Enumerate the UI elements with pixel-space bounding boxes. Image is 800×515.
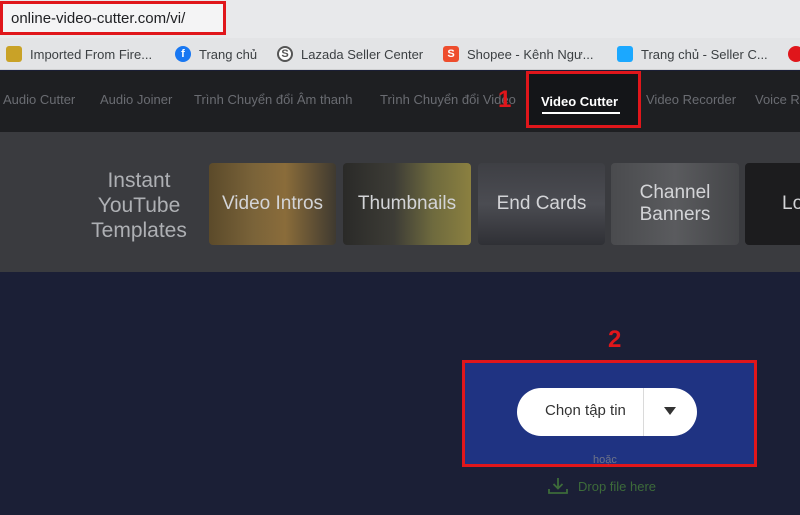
bookmark-imported[interactable]: Imported From Fire... [6, 38, 153, 69]
tile-label: Channel Banners [639, 182, 711, 225]
tile-label: Video Intros [221, 193, 324, 214]
nav-video-recorder[interactable]: Video Recorder [646, 92, 736, 107]
drop-file-label: Drop file here [578, 478, 657, 494]
bookmark-label: Shopee - Kênh Ngư... [467, 46, 594, 62]
tile-label: Lo [782, 193, 800, 214]
step-2-marker: 2 [608, 326, 622, 353]
template-tile-more[interactable]: Lo [745, 163, 800, 245]
folder-icon [6, 46, 22, 62]
tool-nav: Audio Cutter Audio Joiner Trình Chuyển đ… [0, 71, 800, 132]
nav-audio-cutter[interactable]: Audio Cutter [3, 92, 75, 107]
address-bar[interactable]: online-video-cutter.com/vi/ [0, 0, 800, 38]
nav-audio-joiner[interactable]: Audio Joiner [100, 92, 172, 107]
tile-label: End Cards [496, 193, 587, 214]
bookmark-lazada[interactable]: S Lazada Seller Center [277, 38, 424, 69]
lazada-icon: S [277, 46, 293, 62]
choose-file-label: Chọn tập tin [545, 402, 626, 419]
facebook-icon: f [175, 46, 191, 62]
bookmark-facebook[interactable]: f Trang chủ [175, 38, 258, 69]
nav-video-converter[interactable]: Trình Chuyển đổi Video [380, 92, 516, 107]
nav-audio-converter[interactable]: Trình Chuyển đổi Âm thanh [194, 92, 353, 107]
bookmark-shopee[interactable]: S Shopee - Kênh Ngư... [443, 38, 594, 69]
templates-heading: Instant YouTube Templates [91, 169, 187, 242]
tiki-icon [617, 46, 633, 62]
url-highlight-box[interactable]: online-video-cutter.com/vi/ [0, 1, 226, 35]
active-underline [542, 112, 620, 114]
templates-banner: Instant YouTube Templates Video Intros T… [0, 132, 800, 272]
bookmark-label: Lazada Seller Center [301, 46, 424, 62]
nav-video-cutter-label: Video Cutter [541, 94, 619, 109]
url-text[interactable]: online-video-cutter.com/vi/ [11, 10, 185, 27]
template-tile-thumbnails[interactable]: Thumbnails [343, 163, 471, 245]
bookmark-tiki[interactable]: Trang chủ - Seller C... [617, 38, 768, 69]
tile-label: Thumbnails [357, 193, 457, 214]
drop-zone[interactable]: Drop file here [547, 476, 656, 496]
bookmarks-bar: Imported From Fire... f Trang chủ S Laza… [0, 38, 800, 70]
nav-voice-recorder[interactable]: Voice R [755, 92, 800, 107]
nav-video-cutter[interactable]: Video Cutter [526, 71, 641, 128]
choose-file-button[interactable]: Chọn tập tin [517, 388, 697, 436]
or-label: hoặc [593, 454, 617, 466]
template-tile-intros[interactable]: Video Intros [209, 163, 336, 245]
template-tile-channel-banners[interactable]: Channel Banners [611, 163, 739, 245]
bookmark-label: Imported From Fire... [30, 46, 153, 62]
bookmark-label: Trang chủ - Seller C... [641, 46, 768, 62]
step-1-marker: 1 [498, 86, 512, 113]
download-icon [548, 478, 568, 494]
dropdown-caret-icon[interactable] [664, 407, 676, 415]
template-tile-end-cards[interactable]: End Cards [478, 163, 605, 245]
bookmark-overflow[interactable] [788, 38, 800, 69]
shopee-icon: S [443, 46, 459, 62]
button-divider [643, 388, 644, 436]
bookmark-label: Trang chủ [199, 46, 258, 62]
app-icon [788, 46, 800, 62]
